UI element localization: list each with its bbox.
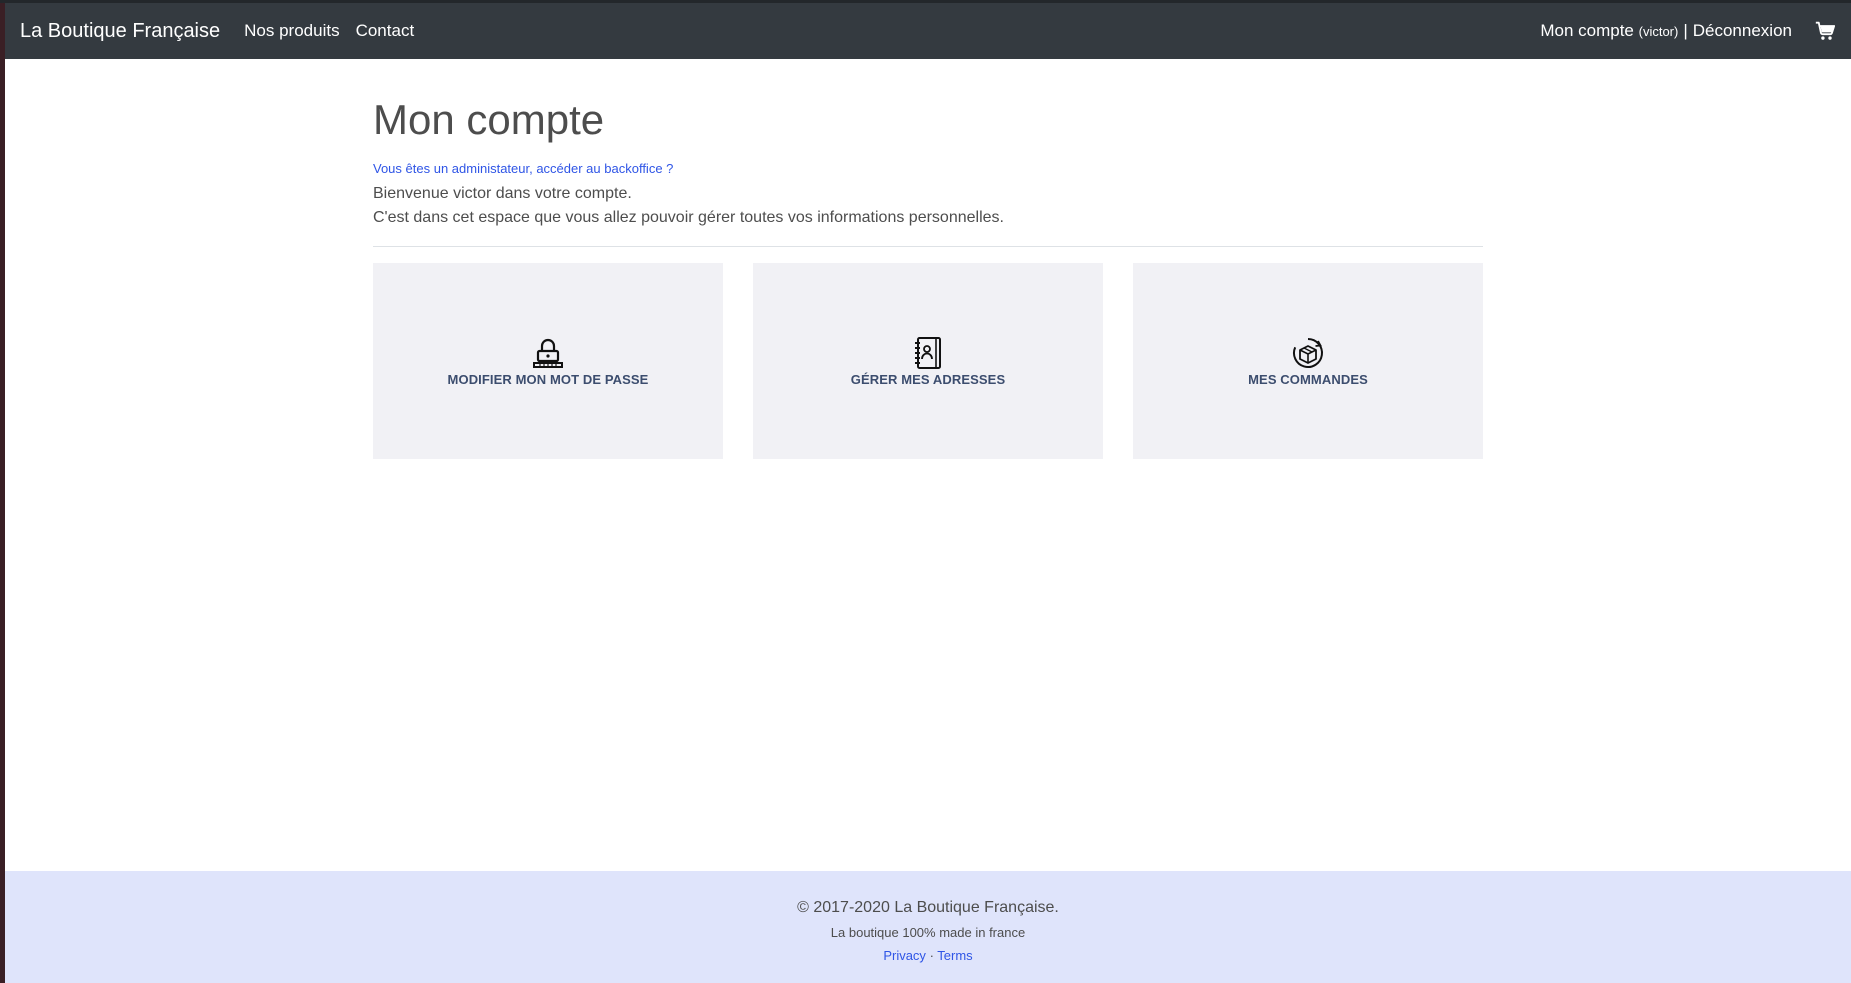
- page: La Boutique Française Nos produits Conta…: [0, 0, 1851, 983]
- nav-separator: |: [1683, 21, 1688, 40]
- box-icon: [1292, 337, 1323, 368]
- account-username: (victor): [1638, 24, 1679, 39]
- my-orders-label: MES COMMANDES: [1248, 371, 1368, 387]
- navbar: La Boutique Française Nos produits Conta…: [5, 3, 1851, 59]
- nav-link-products[interactable]: Nos produits: [244, 21, 339, 41]
- tagline: La boutique 100% made in france: [830, 925, 1026, 940]
- backoffice-link[interactable]: Vous êtes un administateur, accéder au b…: [373, 161, 1483, 176]
- account-link[interactable]: Mon compte (victor): [1540, 21, 1678, 41]
- account-area: Mon compte (victor) | Déconnexion: [1540, 20, 1836, 42]
- footer: © 2017-2020 La Boutique Française. La bo…: [5, 871, 1851, 983]
- copyright: © 2017-2020 La Boutique Française.: [797, 899, 1059, 916]
- lock-icon: [533, 338, 563, 368]
- main-content: Mon compte Vous êtes un administateur, a…: [373, 59, 1483, 459]
- change-password-label: MODIFIER MON MOT DE PASSE: [447, 371, 649, 387]
- my-orders-card[interactable]: MES COMMANDES: [1133, 263, 1483, 459]
- terms-link[interactable]: Terms: [937, 948, 972, 963]
- logout-link[interactable]: Déconnexion: [1693, 21, 1792, 41]
- nav-link-contact[interactable]: Contact: [356, 21, 415, 41]
- change-password-card[interactable]: MODIFIER MON MOT DE PASSE: [373, 263, 723, 459]
- cart-icon[interactable]: [1814, 20, 1836, 42]
- brand-link[interactable]: La Boutique Française: [20, 20, 220, 43]
- manage-addresses-card[interactable]: GÉRER MES ADRESSES: [753, 263, 1103, 459]
- window-edge: [0, 0, 5, 983]
- divider: [373, 246, 1483, 247]
- address-book-icon: [915, 336, 941, 369]
- welcome-text: Bienvenue victor dans votre compte.: [373, 185, 632, 202]
- account-label: Mon compte: [1540, 21, 1634, 40]
- info-text: C'est dans cet espace que vous allez pou…: [373, 209, 1004, 226]
- account-cards: MODIFIER MON MOT DE PASSE GÉRER MES ADRE…: [373, 263, 1483, 459]
- privacy-link[interactable]: Privacy: [883, 948, 926, 963]
- page-title: Mon compte: [373, 96, 605, 143]
- footer-dot: ·: [929, 948, 934, 963]
- manage-addresses-label: GÉRER MES ADRESSES: [850, 371, 1006, 387]
- footer-links: Privacy · Terms: [883, 948, 972, 963]
